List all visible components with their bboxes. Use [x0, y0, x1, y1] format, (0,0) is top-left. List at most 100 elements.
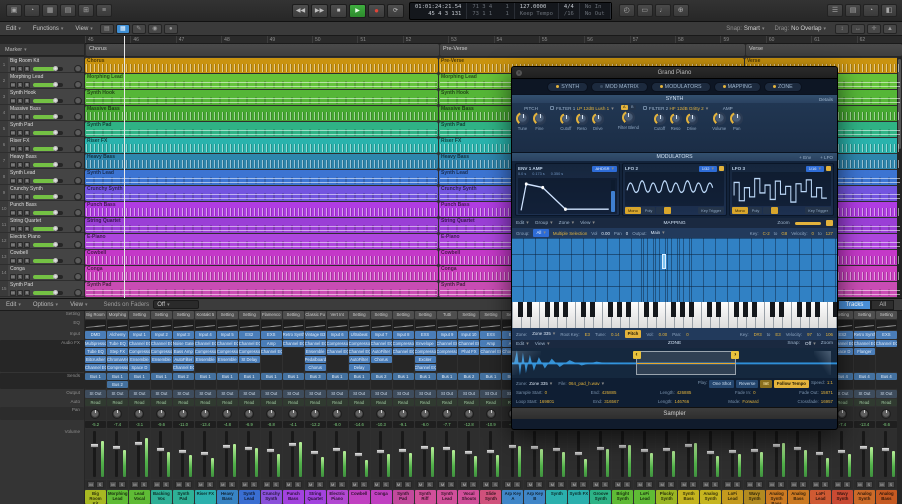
- channel-solo-button[interactable]: S: [645, 481, 653, 488]
- track-volume-slider[interactable]: [33, 147, 63, 151]
- send-slot[interactable]: Bus 1: [85, 373, 106, 380]
- channel-output-slot[interactable]: St Out: [480, 390, 501, 398]
- channel-name-label[interactable]: Bright Synth: [612, 490, 633, 504]
- channel-strip[interactable]: Setting Input 3 Noise GateBass AmpAutoFi…: [173, 311, 194, 504]
- send-slot[interactable]: Bus 1: [151, 373, 172, 380]
- mixer-menu[interactable]: Options: [27, 302, 64, 308]
- channel-name-label[interactable]: Arp Key B: [524, 490, 545, 504]
- fader-cap[interactable]: [508, 444, 517, 449]
- fader-cap[interactable]: [640, 448, 649, 453]
- audio-fx-slot[interactable]: Channel EQ: [195, 340, 216, 347]
- channel-fader[interactable]: [854, 429, 875, 479]
- mute-button[interactable]: M: [10, 66, 16, 72]
- audio-fx-slot[interactable]: Channel EQ: [85, 364, 106, 371]
- filter2-checkbox[interactable]: [643, 106, 647, 110]
- channel-name-label[interactable]: Analog Bass: [788, 490, 809, 504]
- fader-cap[interactable]: [837, 449, 846, 454]
- channel-output-slot[interactable]: St Out: [151, 390, 172, 398]
- audio-fx-slot[interactable]: Envelope: [415, 340, 436, 347]
- channel-eq-thumbnail[interactable]: [876, 320, 897, 330]
- mode-icon[interactable]: ▭: [637, 4, 653, 17]
- channel-fader[interactable]: [415, 429, 436, 479]
- region[interactable]: Punch Bass: [85, 202, 438, 217]
- lcd-signature[interactable]: 4/4 /16: [559, 3, 580, 19]
- track-header[interactable]: 4 Massive Bass M S R: [0, 105, 84, 121]
- lcd-tempo[interactable]: 127.0000 Keep Tempo: [515, 3, 559, 19]
- channel-name-label[interactable]: Analog Synth: [700, 490, 721, 504]
- mute-button[interactable]: M: [10, 162, 16, 168]
- record-enable-button[interactable]: R: [24, 290, 30, 296]
- filter1-knob[interactable]: [560, 113, 572, 125]
- channel-solo-button[interactable]: S: [535, 481, 543, 488]
- channel-strip[interactable]: Setting Input 1 Channel EQCompressorEnse…: [129, 311, 150, 504]
- send-slot[interactable]: Bus 4: [876, 373, 897, 380]
- tool-icon-list[interactable]: ▤: [100, 24, 114, 34]
- send-slot[interactable]: Bus 1: [283, 373, 304, 380]
- mute-button[interactable]: M: [10, 98, 16, 104]
- channel-automation-mode[interactable]: Read: [415, 399, 436, 406]
- fader-cap[interactable]: [178, 449, 187, 454]
- sample-param-value[interactable]: 426885: [602, 390, 617, 395]
- channel-name-label[interactable]: Analog Synth: [854, 490, 875, 504]
- channel-pan-knob[interactable]: [859, 409, 869, 419]
- channel-name-label[interactable]: Backing Voc: [151, 490, 172, 504]
- channel-mute-button[interactable]: M: [131, 481, 139, 488]
- channel-name-label[interactable]: Crunchy Synth: [261, 490, 282, 504]
- track-pan-knob[interactable]: [74, 113, 82, 121]
- channel-strip[interactable]: Setting Input 5 Channel EQCompressorEnse…: [217, 311, 238, 504]
- channel-setting-button[interactable]: Setting: [876, 311, 897, 319]
- fader-cap[interactable]: [222, 444, 231, 449]
- sampler-tab[interactable]: MAPPING: [714, 82, 761, 92]
- channel-setting-button[interactable]: Setting: [480, 311, 501, 319]
- solo-button[interactable]: S: [17, 162, 23, 168]
- mapping-menu[interactable]: View: [580, 220, 595, 226]
- track-pan-knob[interactable]: [74, 81, 82, 89]
- track-volume-slider[interactable]: [33, 275, 63, 279]
- fade-in-overlay[interactable]: [512, 351, 541, 375]
- view-icon[interactable]: ▤: [845, 4, 861, 17]
- channel-solo-button[interactable]: S: [404, 481, 412, 488]
- rewind-button[interactable]: ◀◀: [292, 4, 309, 18]
- group-select[interactable]: All: [533, 229, 548, 237]
- audio-fx-slot[interactable]: Ensemble: [151, 356, 172, 363]
- channel-input-slot[interactable]: ES2: [239, 331, 260, 339]
- fader-cap[interactable]: [881, 447, 890, 452]
- channel-solo-button[interactable]: S: [272, 481, 280, 488]
- channel-mute-button[interactable]: M: [878, 481, 886, 488]
- channel-mute-button[interactable]: M: [109, 481, 117, 488]
- zoom-tool-icon[interactable]: ▲: [883, 24, 897, 34]
- region[interactable]: Crunchy Synth: [85, 186, 438, 201]
- audio-fx-slot[interactable]: Compressor: [129, 348, 150, 355]
- audio-fx-slot[interactable]: Channel EQ: [458, 340, 479, 347]
- audio-fx-slot[interactable]: Channel EQ: [305, 340, 326, 347]
- channel-strip[interactable]: Setting Input 7 Channel EQAutoFilterChor…: [371, 311, 392, 504]
- channel-setting-button[interactable]: Flamenco: [261, 311, 282, 319]
- channel-fader[interactable]: [217, 429, 238, 479]
- channel-setting-button[interactable]: Setting: [349, 311, 370, 319]
- channel-name-label[interactable]: Groove Synth: [590, 490, 611, 504]
- filter-blend-knob[interactable]: [622, 111, 635, 124]
- channel-output-slot[interactable]: St Out: [876, 390, 897, 398]
- channel-name-label[interactable]: Vocal Shouts: [458, 490, 479, 504]
- toolbar-icon[interactable]: ▦: [42, 4, 58, 17]
- marker-pre-verse[interactable]: Pre-Verse: [440, 44, 745, 56]
- region[interactable]: Synth Hook: [85, 90, 438, 105]
- channel-setting-button[interactable]: Setting: [393, 311, 414, 319]
- marker-lane-header[interactable]: Marker: [0, 44, 84, 56]
- zone-snap-value[interactable]: Off: [805, 341, 816, 347]
- audio-fx-slot[interactable]: Compressor: [217, 348, 238, 355]
- fader-cap[interactable]: [244, 446, 253, 451]
- channel-pan-knob[interactable]: [288, 409, 298, 419]
- track-header[interactable]: 2 Morphing Lead M S R: [0, 73, 84, 89]
- channel-eq-thumbnail[interactable]: [173, 320, 194, 330]
- audio-fx-slot[interactable]: Compressor: [151, 348, 172, 355]
- channel-pan-knob[interactable]: [398, 409, 408, 419]
- channel-output-slot[interactable]: St Out: [261, 390, 282, 398]
- channel-fader[interactable]: [283, 429, 304, 479]
- send-slot[interactable]: Bus 2: [371, 373, 392, 380]
- channel-mute-button[interactable]: M: [153, 481, 161, 488]
- audio-fx-slot[interactable]: Flanger: [854, 348, 875, 355]
- channel-mute-button[interactable]: M: [219, 481, 227, 488]
- channel-mute-button[interactable]: M: [812, 481, 820, 488]
- mute-button[interactable]: M: [10, 226, 16, 232]
